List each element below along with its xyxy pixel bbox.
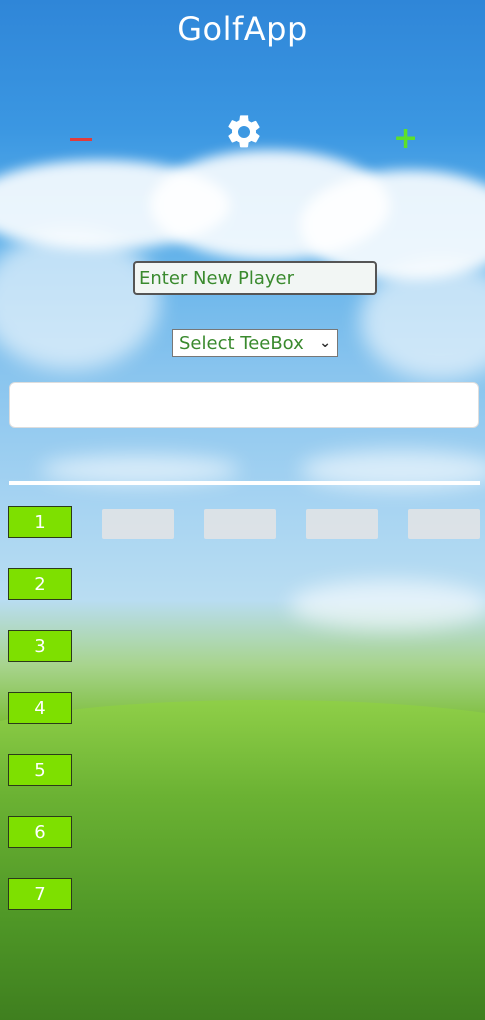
hole-button-2[interactable]: 2	[8, 568, 72, 600]
score-cell[interactable]	[306, 509, 378, 539]
teebox-selected-label: Select TeeBox	[179, 332, 304, 354]
app-title: GolfApp	[177, 10, 308, 48]
hole-button-5[interactable]: 5	[8, 754, 72, 786]
score-cell[interactable]	[408, 509, 480, 539]
gear-icon[interactable]	[224, 112, 264, 152]
hole-button-1[interactable]: 1	[8, 506, 72, 538]
new-player-input[interactable]	[133, 261, 377, 295]
hole-button-4[interactable]: 4	[8, 692, 72, 724]
score-cell[interactable]	[204, 509, 276, 539]
remove-player-button[interactable]	[70, 138, 92, 141]
plus-icon: +	[393, 121, 419, 156]
player-list-box	[9, 382, 479, 428]
hole-button-7[interactable]: 7	[8, 878, 72, 910]
chevron-down-icon: ⌄	[319, 335, 331, 351]
hole-button-6[interactable]: 6	[8, 816, 72, 848]
divider	[9, 481, 480, 485]
teebox-select[interactable]: Select TeeBox ⌄	[172, 329, 338, 357]
hole-button-3[interactable]: 3	[8, 630, 72, 662]
add-player-button[interactable]: +	[393, 124, 418, 154]
score-cell[interactable]	[102, 509, 174, 539]
